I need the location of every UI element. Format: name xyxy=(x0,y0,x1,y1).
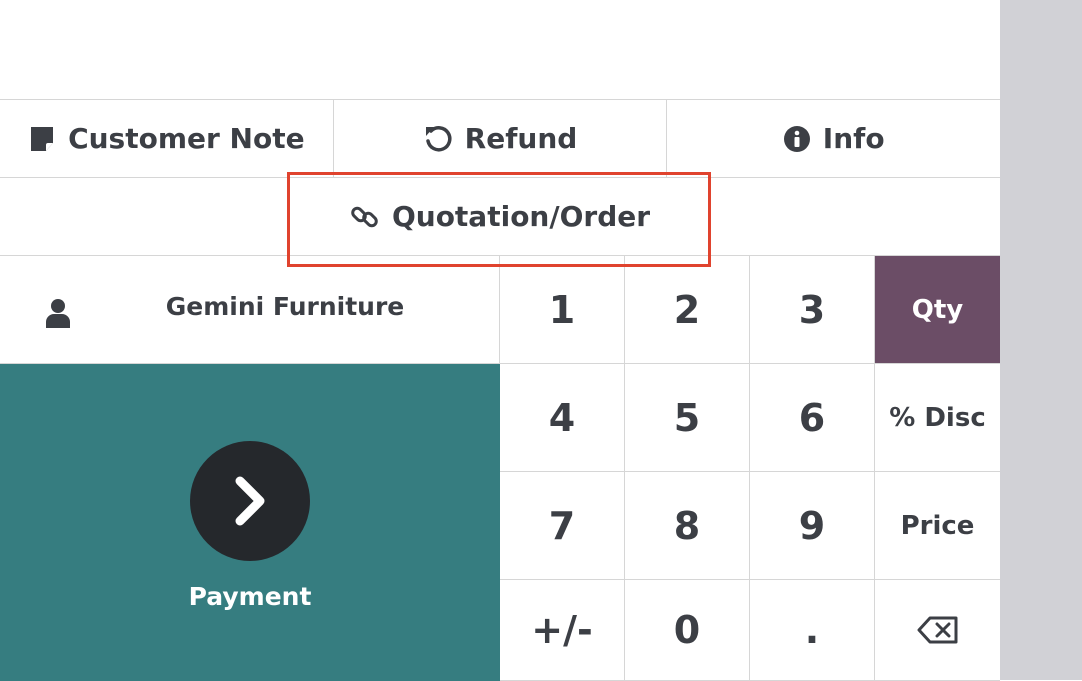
sticky-note-icon xyxy=(31,126,54,151)
quotation-order-button[interactable]: Quotation/Order xyxy=(0,178,1000,255)
mode-qty-button[interactable]: Qty xyxy=(875,256,1000,364)
link-icon xyxy=(351,206,378,227)
numpad-key-8[interactable]: 8 xyxy=(625,472,750,580)
top-blank-area xyxy=(0,0,1000,99)
mode-price-button[interactable]: Price xyxy=(875,472,1000,580)
numpad-key-3[interactable]: 3 xyxy=(750,256,875,364)
numpad-key-4[interactable]: 4 xyxy=(500,364,625,472)
numpad-key-plus-minus[interactable]: +/- xyxy=(500,580,625,681)
info-label: Info xyxy=(822,122,885,155)
refund-button[interactable]: Refund xyxy=(333,100,668,177)
backspace-icon xyxy=(917,616,957,644)
action-pad: Gemini Furniture Payment 1 2 3 Qty 4 5 6… xyxy=(0,255,1000,681)
numpad-key-0[interactable]: 0 xyxy=(625,580,750,681)
refund-label: Refund xyxy=(464,122,578,155)
quotation-order-label: Quotation/Order xyxy=(391,200,651,233)
numpad-key-7[interactable]: 7 xyxy=(500,472,625,580)
chevron-right-icon xyxy=(235,476,265,526)
mode-discount-button[interactable]: % Disc xyxy=(875,364,1000,472)
payment-label: Payment xyxy=(188,582,312,611)
set-customer-button[interactable]: Gemini Furniture xyxy=(0,256,500,364)
numpad-key-dot[interactable]: . xyxy=(750,580,875,681)
numpad-key-1[interactable]: 1 xyxy=(500,256,625,364)
numpad-key-2[interactable]: 2 xyxy=(625,256,750,364)
numpad: 1 2 3 Qty 4 5 6 % Disc 7 8 9 Price +/- 0… xyxy=(500,256,1000,681)
info-circle-icon xyxy=(783,125,810,152)
undo-icon xyxy=(425,125,452,151)
customer-note-button[interactable]: Customer Note xyxy=(0,100,334,177)
right-scroll-gutter xyxy=(1000,0,1082,680)
control-buttons-row-2: Quotation/Order xyxy=(0,177,1000,255)
info-button[interactable]: Info xyxy=(667,100,1001,177)
customer-name: Gemini Furniture xyxy=(165,292,405,321)
numpad-key-9[interactable]: 9 xyxy=(750,472,875,580)
numpad-key-6[interactable]: 6 xyxy=(750,364,875,472)
backspace-button[interactable] xyxy=(875,580,1000,681)
customer-note-label: Customer Note xyxy=(68,122,305,155)
control-buttons-row-1: Customer Note Refund Info xyxy=(0,99,1001,177)
payment-button[interactable]: Payment xyxy=(0,364,500,681)
numpad-key-5[interactable]: 5 xyxy=(625,364,750,472)
payment-circle xyxy=(190,441,310,561)
